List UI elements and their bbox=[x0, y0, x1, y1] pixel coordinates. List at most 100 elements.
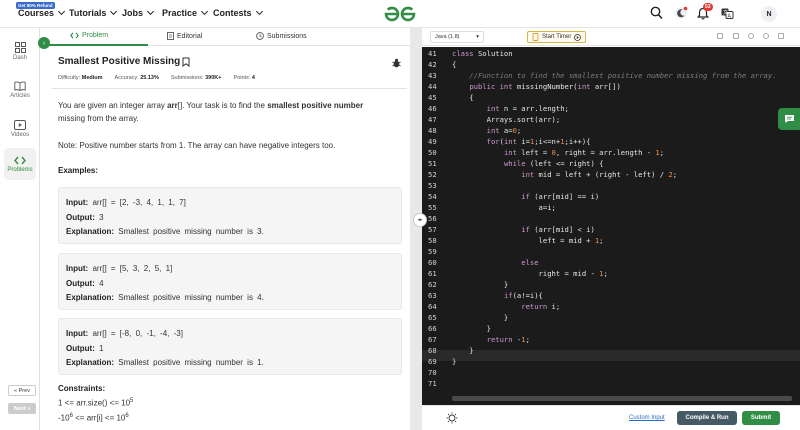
line-number: 59 bbox=[428, 247, 437, 256]
sidebar-item-articles[interactable]: Articles bbox=[0, 81, 40, 99]
code-text: { bbox=[452, 60, 457, 69]
tab-editorial[interactable]: Editorial bbox=[167, 32, 202, 40]
copy-icon[interactable] bbox=[717, 33, 723, 39]
points-label: Points: bbox=[233, 75, 251, 81]
lightbulb-icon[interactable] bbox=[446, 412, 458, 425]
line-number: 45 bbox=[428, 93, 437, 102]
sidebar-item-videos[interactable]: Videos bbox=[0, 120, 40, 138]
line-number: 70 bbox=[428, 368, 437, 377]
settings-icon[interactable] bbox=[748, 33, 754, 39]
tab-problem[interactable]: Problem bbox=[70, 32, 108, 39]
line-number: 68 bbox=[428, 346, 437, 355]
search-icon[interactable] bbox=[650, 6, 663, 20]
collapse-sidebar-button[interactable]: › bbox=[38, 37, 50, 49]
tab-label: Problem bbox=[82, 32, 109, 39]
output-label: Output: bbox=[66, 343, 95, 353]
problem-description: You are given an integer array arr[]. Yo… bbox=[58, 100, 378, 125]
compile-run-button[interactable]: Compile & Run bbox=[677, 411, 737, 425]
code-editor-panel: Java (1.8) ▾ Start Timer 41 class Solution… bbox=[422, 28, 800, 430]
next-label: Next » bbox=[13, 405, 31, 412]
export-icon[interactable] bbox=[733, 33, 739, 39]
line-number: 64 bbox=[428, 302, 437, 311]
chevron-down-icon bbox=[255, 7, 263, 16]
line-number: 43 bbox=[428, 71, 437, 80]
code-text: right = mid - 1; bbox=[452, 269, 608, 278]
avatar[interactable]: N bbox=[761, 6, 777, 22]
resize-handle-icon[interactable]: ◂▸ bbox=[413, 213, 427, 227]
nav-tutorials[interactable]: Tutorials bbox=[69, 7, 118, 18]
prev-problem-button[interactable]: « Prev bbox=[8, 385, 36, 396]
code-line: 43 //Function to find the smallest posit… bbox=[422, 71, 800, 82]
explanation-value: Smallest positive missing number is 1. bbox=[118, 358, 264, 367]
constraint-values: -106 <= arr[i] <= 106 bbox=[58, 413, 129, 423]
output-value: 3 bbox=[99, 212, 104, 222]
line-number: 49 bbox=[428, 137, 437, 146]
example-box: Input: arr[] = [2, -3, 4, 1, 1, 7] Outpu… bbox=[58, 187, 402, 244]
fullscreen-icon[interactable] bbox=[778, 33, 784, 39]
submit-button[interactable]: Submit bbox=[742, 411, 780, 425]
bug-report-icon[interactable] bbox=[392, 58, 401, 68]
submissions: Submissions: 390K+ bbox=[171, 75, 222, 81]
code-text: else bbox=[521, 258, 539, 267]
custom-input-link[interactable]: Custom Input bbox=[629, 415, 665, 421]
submit-label: Submit bbox=[750, 415, 772, 421]
nav-contests[interactable]: Contests bbox=[213, 7, 263, 18]
constraint-size: 1 <= arr.size() <= 105 bbox=[58, 398, 133, 408]
submissions-label: Submissions: bbox=[170, 75, 204, 81]
nav-practice[interactable]: Practice bbox=[162, 7, 209, 18]
accuracy-value: 25.13% bbox=[140, 75, 159, 81]
example-output: Output: 3 bbox=[66, 211, 401, 226]
code-text: { bbox=[452, 93, 474, 102]
nav-label: Contests bbox=[213, 8, 252, 18]
line-number: 52 bbox=[428, 170, 437, 179]
code-line: 45 { bbox=[422, 93, 800, 104]
points: Points: 4 bbox=[234, 75, 255, 81]
code-line: 62 } bbox=[422, 280, 800, 291]
chat-button[interactable] bbox=[778, 108, 800, 130]
difficulty-label: Difficulty: bbox=[58, 75, 81, 81]
code-line: 55 a=i; bbox=[422, 203, 800, 214]
code-text: return -1; bbox=[486, 335, 530, 344]
play-icon bbox=[574, 33, 582, 41]
explanation-label: Explanation: bbox=[66, 227, 115, 236]
code-text: class Solution bbox=[452, 49, 513, 58]
code-line: 42 { bbox=[422, 60, 800, 71]
svg-text:A: A bbox=[728, 14, 732, 20]
example-input: Input: arr[] = [5, 3, 2, 5, 1] bbox=[66, 262, 401, 277]
sidebar-item-dash[interactable]: Dash bbox=[0, 42, 40, 61]
line-number: 71 bbox=[428, 379, 437, 388]
problem-note: Note: Positive number starts from 1. The… bbox=[58, 141, 336, 150]
line-number: 57 bbox=[428, 225, 437, 234]
code-text: a=i; bbox=[452, 203, 556, 212]
line-number: 67 bbox=[428, 335, 437, 344]
gfg-logo[interactable] bbox=[383, 5, 417, 23]
theme-toggle-icon[interactable] bbox=[674, 6, 688, 20]
panel-splitter[interactable] bbox=[410, 28, 422, 430]
code-text: if (arr[mid] < i) bbox=[521, 225, 595, 234]
language-icon[interactable]: 文A bbox=[721, 8, 734, 19]
language-select[interactable]: Java (1.8) ▾ bbox=[430, 31, 484, 43]
horizontal-scrollbar[interactable] bbox=[452, 396, 792, 401]
next-problem-button[interactable]: Next » bbox=[8, 403, 36, 414]
example-box: Input: arr[] = [5, 3, 2, 5, 1] Output: 4… bbox=[58, 253, 402, 310]
reset-icon[interactable] bbox=[763, 33, 769, 39]
nav-jobs[interactable]: Jobs bbox=[122, 7, 155, 18]
line-number: 61 bbox=[428, 269, 437, 278]
bookmark-icon[interactable] bbox=[182, 57, 190, 67]
code-text: if(a!=i){ bbox=[503, 291, 543, 300]
sidebar-item-problems[interactable]: Problems bbox=[0, 156, 40, 173]
constraint-exponent: 5 bbox=[130, 398, 134, 404]
desc-bold: smallest positive number bbox=[267, 101, 364, 110]
editor-toolbar: Java (1.8) ▾ Start Timer bbox=[422, 28, 800, 46]
nav-courses[interactable]: Courses bbox=[18, 7, 66, 18]
tab-submissions[interactable]: Submissions bbox=[256, 32, 307, 40]
start-timer-button[interactable]: Start Timer bbox=[527, 31, 587, 43]
output-value: 1 bbox=[99, 343, 104, 353]
code-line: 67 return -1; bbox=[422, 335, 800, 346]
code-area[interactable]: 41 class Solution 42 {43 //Function to find… bbox=[422, 47, 800, 405]
submissions-value: 390K+ bbox=[205, 75, 222, 81]
code-text: int n = arr.length; bbox=[486, 104, 569, 113]
timer-label: Start Timer bbox=[542, 34, 572, 40]
code-text: } bbox=[452, 280, 509, 289]
code-icon bbox=[14, 156, 26, 165]
